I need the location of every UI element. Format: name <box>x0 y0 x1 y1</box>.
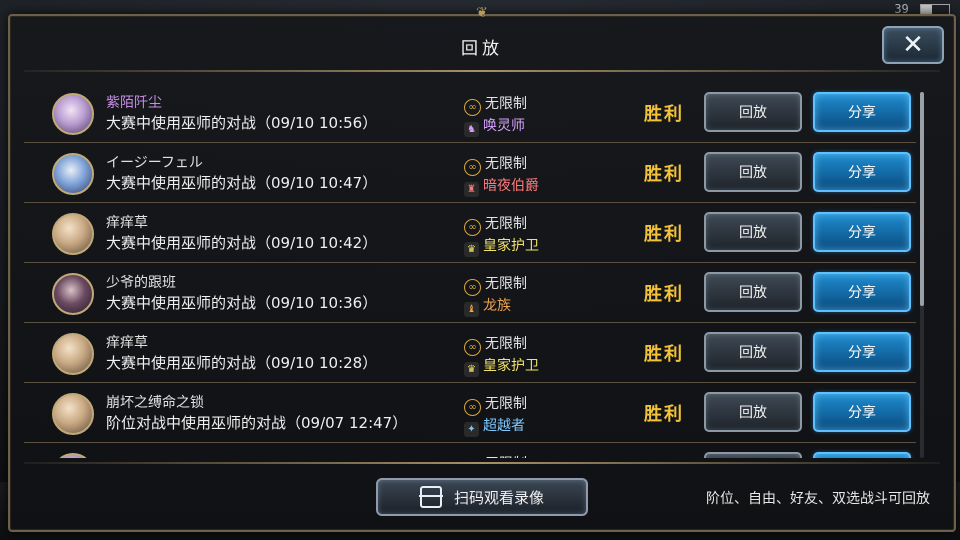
scan-icon <box>418 486 443 508</box>
avatar <box>52 393 94 435</box>
rule: ∞无限制 <box>464 213 527 236</box>
share-button[interactable]: 分享 <box>813 392 911 432</box>
dialog-title: 回放 <box>461 39 503 59</box>
opponent-name: 痒痒草 <box>106 215 148 231</box>
list-scrollbar[interactable] <box>920 92 924 458</box>
opponent-name: 痒痒草 <box>106 335 148 351</box>
class-icon: ♞ <box>464 122 479 137</box>
class-icon: ✦ <box>464 422 479 437</box>
opponent-class: ♝ 龙族 <box>464 295 511 317</box>
share-button[interactable]: 分享 <box>813 92 911 132</box>
match-list[interactable]: 紫陌阡尘 大赛中使用巫师的对战（09/10 10:56） ∞ 无限制 ♞ 唤灵师 胜利 回放分… <box>24 86 916 458</box>
result-label: 胜利 <box>644 284 684 305</box>
infinity-icon: ∞ <box>464 99 481 116</box>
scan-replay-label: 扫码观看录像 <box>453 488 544 507</box>
infinity-icon: ∞ <box>464 219 481 236</box>
close-button[interactable]: ✕ <box>882 26 944 64</box>
match-row: ∞无限制 <box>24 446 916 458</box>
rule-label: 无限制 <box>485 96 527 112</box>
opponent-name: 少爷的跟班 <box>106 275 176 291</box>
rule-label: 无限制 <box>485 276 527 292</box>
rule: ∞无限制 <box>464 93 527 116</box>
rule: ∞无限制 <box>464 393 527 416</box>
rule-label: 无限制 <box>485 156 527 172</box>
ornament-icon: ❦ <box>476 5 488 21</box>
opponent-class: ♞ 唤灵师 <box>464 115 525 137</box>
rule-label: 无限制 <box>485 396 527 412</box>
rule-label: 无限制 <box>485 216 527 232</box>
replay-hint: 阶位、自由、好友、双选战斗可回放 <box>706 491 930 507</box>
opponent-class: ♜ 暗夜伯爵 <box>464 175 539 197</box>
rule-label: 无限制 <box>485 456 527 458</box>
replay-button[interactable]: 回放 <box>704 152 802 192</box>
infinity-icon: ∞ <box>464 339 481 356</box>
share-button[interactable]: 分享 <box>813 332 911 372</box>
class-icon: ♛ <box>464 242 479 257</box>
class-label: 唤灵师 <box>483 118 525 134</box>
infinity-icon: ∞ <box>464 159 481 176</box>
avatar <box>52 333 94 375</box>
share-button[interactable]: 分享 <box>813 152 911 192</box>
opponent-class: ♛ 皇家护卫 <box>464 235 539 257</box>
result-label: 胜利 <box>644 224 684 245</box>
replay-button[interactable] <box>704 452 802 458</box>
match-description: 大赛中使用巫师的对战（09/10 10:42） <box>106 234 378 252</box>
avatar <box>52 153 94 195</box>
rule: ∞无限制 <box>464 153 527 176</box>
scan-replay-button[interactable]: 扫码观看录像 <box>376 478 588 516</box>
rule: ∞无限制 <box>464 333 527 356</box>
avatar <box>52 453 94 458</box>
replay-button[interactable]: 回放 <box>704 92 802 132</box>
class-label: 龙族 <box>483 298 511 314</box>
class-icon: ♛ <box>464 362 479 377</box>
match-description: 大赛中使用巫师的对战（09/10 10:47） <box>106 174 378 192</box>
result-label: 胜利 <box>644 344 684 365</box>
class-label: 皇家护卫 <box>483 238 539 254</box>
share-button[interactable]: 分享 <box>813 272 911 312</box>
opponent-class: ♛ 皇家护卫 <box>464 355 539 377</box>
class-icon: ♝ <box>464 302 479 317</box>
result-label: 胜利 <box>644 104 684 125</box>
result-label: 胜利 <box>644 164 684 185</box>
class-icon: ♜ <box>464 182 479 197</box>
share-button[interactable] <box>813 452 911 458</box>
result-label: 胜利 <box>644 404 684 425</box>
share-button[interactable]: 分享 <box>813 212 911 252</box>
infinity-icon: ∞ <box>464 399 481 416</box>
match-description: 大赛中使用巫师的对战（09/10 10:56） <box>106 114 378 132</box>
scrollbar-thumb[interactable] <box>920 92 924 306</box>
match-row: 少爷的跟班大赛中使用巫师的对战（09/10 10:36） ∞ 无限制 ♝ 龙族 胜利 回放分… <box>24 266 916 323</box>
bottom-divider <box>24 462 940 464</box>
replay-button[interactable]: 回放 <box>704 332 802 372</box>
close-icon: ✕ <box>902 30 924 60</box>
match-row: 痒痒草大赛中使用巫师的对战（09/10 10:42） ∞ 无限制 ♛ 皇家护卫 胜利 回放分… <box>24 206 916 263</box>
class-label: 皇家护卫 <box>483 358 539 374</box>
match-row: 紫陌阡尘大赛中使用巫师的对战（09/10 10:56） ∞ 无限制 ♞ 唤灵师 胜利 回放分… <box>24 86 916 143</box>
title-divider <box>24 70 940 72</box>
match-row: 痒痒草大赛中使用巫师的对战（09/10 10:28） ∞ 无限制 ♛ 皇家护卫 胜利 回放分… <box>24 326 916 383</box>
class-label: 暗夜伯爵 <box>483 178 539 194</box>
replay-dialog: ❦ 回放 ✕ 紫陌阡尘 大赛中使用巫师的对战（09/10 10:56） ∞ 无限制 ♞ 唤… <box>8 6 956 532</box>
opponent-class: ✦ 超越者 <box>464 415 525 437</box>
replay-button[interactable]: 回放 <box>704 272 802 312</box>
match-description: 大赛中使用巫师的对战（09/10 10:28） <box>106 354 378 372</box>
avatar <box>52 93 94 135</box>
match-row: 崩坏之缚命之锁阶位对战中使用巫师的对战（09/07 12:47） ∞ 无限制 ✦ 超越者… <box>24 386 916 443</box>
opponent-name: 崩坏之缚命之锁 <box>106 395 204 411</box>
match-row: イージーフェル大赛中使用巫师的对战（09/10 10:47） ∞ 无限制 ♜ 暗夜伯爵 胜… <box>24 146 916 203</box>
replay-button[interactable]: 回放 <box>704 392 802 432</box>
avatar <box>52 273 94 315</box>
match-description: 阶位对战中使用巫师的对战（09/07 12:47） <box>106 414 408 432</box>
rule: ∞无限制 <box>464 273 527 296</box>
rule-label: 无限制 <box>485 336 527 352</box>
match-description: 大赛中使用巫师的对战（09/10 10:36） <box>106 294 378 312</box>
opponent-name: イージーフェル <box>106 155 203 171</box>
replay-button[interactable]: 回放 <box>704 212 802 252</box>
opponent-name: 紫陌阡尘 <box>106 95 162 111</box>
class-label: 超越者 <box>483 418 525 434</box>
avatar <box>52 213 94 255</box>
rule: ∞无限制 <box>464 453 527 458</box>
infinity-icon: ∞ <box>464 279 481 296</box>
